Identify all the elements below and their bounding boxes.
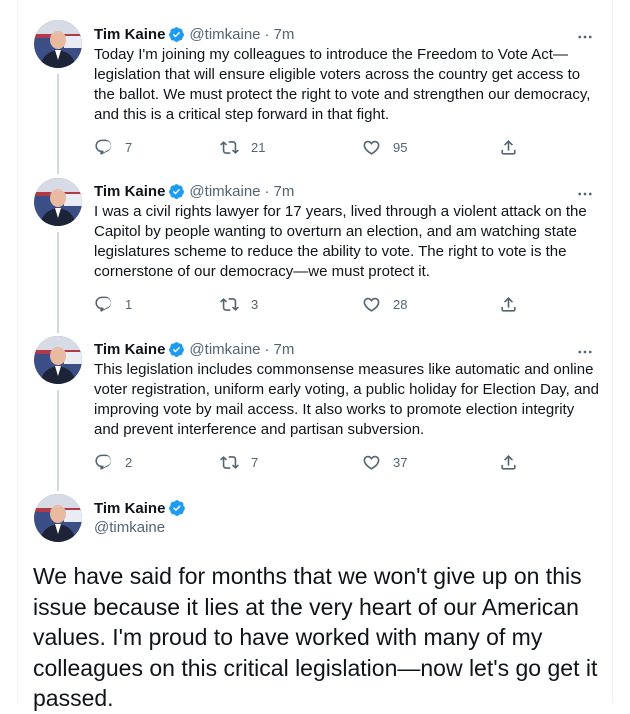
share-icon: [499, 295, 518, 314]
tweet[interactable]: Tim Kaine @timkaine · 7m This legislatio…: [94, 339, 604, 471]
like-count: 28: [393, 297, 408, 312]
reply-button[interactable]: 1: [94, 295, 132, 314]
like-count: 37: [393, 455, 408, 470]
tweet-text: I was a civil rights lawyer for 17 years…: [94, 203, 587, 280]
timestamp[interactable]: 7m: [274, 26, 295, 43]
retweet-button[interactable]: 7: [220, 453, 258, 472]
tweet[interactable]: Tim Kaine @timkaine · 7m Today I'm joini…: [94, 24, 604, 155]
avatar[interactable]: [34, 20, 82, 68]
tweet-header: Tim Kaine @timkaine · 7m: [94, 339, 604, 359]
tweet-actions: 7 21 95: [94, 138, 524, 158]
author-name[interactable]: Tim Kaine: [94, 183, 165, 200]
verified-badge-icon: [168, 183, 185, 200]
author-name[interactable]: Tim Kaine: [94, 500, 165, 517]
author-handle[interactable]: @timkaine: [189, 183, 260, 200]
tweet-header: Tim Kaine @timkaine · 7m: [94, 181, 604, 201]
retweet-count: 21: [251, 140, 266, 155]
reply-icon: [94, 453, 113, 472]
tweet[interactable]: Tim Kaine @timkaine · 7m I was a civil r…: [94, 181, 604, 312]
thread-line: [57, 74, 59, 174]
reply-icon: [94, 295, 113, 314]
separator: ·: [264, 182, 270, 200]
tweet-actions: 1 3 28: [94, 295, 524, 315]
author-handle[interactable]: @timkaine: [189, 341, 260, 358]
verified-badge-icon: [168, 26, 185, 43]
main-tweet-text: We have said for months that we won't gi…: [33, 563, 598, 711]
separator: ·: [264, 25, 270, 43]
verified-badge-icon: [168, 341, 185, 358]
tweet-header: Tim Kaine @timkaine · 7m: [94, 24, 604, 44]
more-options-icon[interactable]: [576, 185, 594, 208]
reply-count: 7: [125, 140, 133, 155]
share-button[interactable]: [499, 453, 518, 472]
share-icon: [499, 453, 518, 472]
timestamp[interactable]: 7m: [274, 183, 295, 200]
more-options-icon[interactable]: [576, 28, 594, 51]
reply-count: 1: [125, 297, 133, 312]
heart-icon: [362, 138, 381, 157]
author-handle[interactable]: @timkaine: [189, 26, 260, 43]
tweet-text: Today I'm joining my colleagues to intro…: [94, 46, 591, 123]
avatar[interactable]: [34, 494, 82, 542]
tweet-text: This legislation includes commonsense me…: [94, 361, 599, 438]
retweet-button[interactable]: 21: [220, 138, 265, 157]
author-handle[interactable]: @timkaine: [94, 519, 186, 539]
reply-button[interactable]: 2: [94, 453, 132, 472]
tweet-actions: 2 7 37: [94, 453, 524, 473]
timestamp[interactable]: 7m: [274, 341, 295, 358]
share-button[interactable]: [499, 295, 518, 314]
like-button[interactable]: 28: [362, 295, 407, 314]
thread-line: [57, 390, 59, 491]
avatar[interactable]: [34, 336, 82, 384]
retweet-icon: [220, 138, 239, 157]
author-name[interactable]: Tim Kaine: [94, 341, 165, 358]
retweet-count: 3: [251, 297, 259, 312]
heart-icon: [362, 453, 381, 472]
retweet-button[interactable]: 3: [220, 295, 258, 314]
heart-icon: [362, 295, 381, 314]
retweet-icon: [220, 295, 239, 314]
share-button[interactable]: [499, 138, 518, 157]
more-options-icon[interactable]: [576, 343, 594, 366]
reply-button[interactable]: 7: [94, 138, 132, 157]
verified-badge-icon: [168, 499, 186, 517]
like-button[interactable]: 37: [362, 453, 407, 472]
retweet-icon: [220, 453, 239, 472]
author-name[interactable]: Tim Kaine: [94, 26, 165, 43]
avatar[interactable]: [34, 178, 82, 226]
thread-line: [57, 232, 59, 333]
like-button[interactable]: 95: [362, 138, 407, 157]
share-icon: [499, 138, 518, 157]
reply-count: 2: [125, 455, 133, 470]
separator: ·: [264, 340, 270, 358]
like-count: 95: [393, 140, 408, 155]
retweet-count: 7: [251, 455, 259, 470]
main-tweet-header: Tim Kaine @timkaine: [94, 497, 186, 539]
reply-icon: [94, 138, 113, 157]
